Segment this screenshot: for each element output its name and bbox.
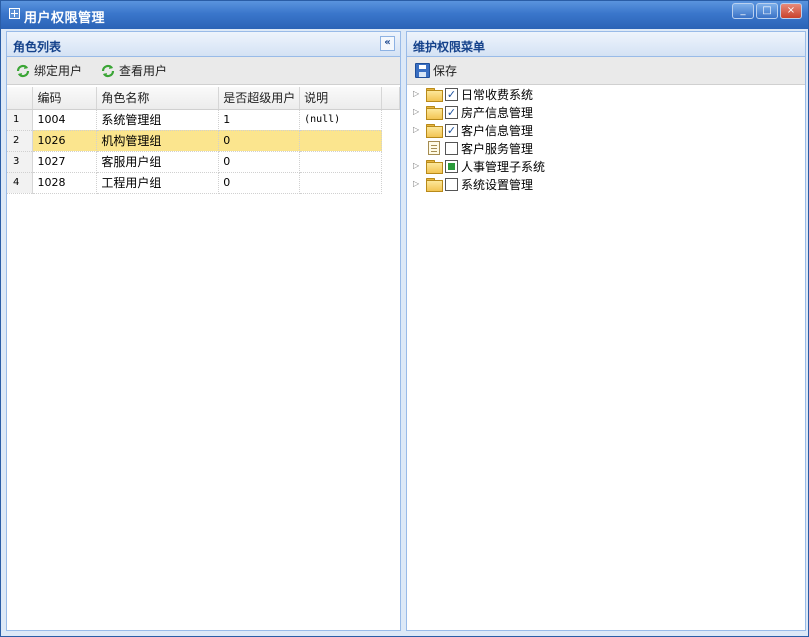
tree-node[interactable]: ▷ ✓ 日常收费系统 (413, 85, 545, 103)
table-row[interactable]: 3 1027 客服用户组 0 (7, 151, 400, 173)
maximize-button[interactable]: □ (756, 3, 778, 19)
close-button[interactable]: × (780, 3, 802, 19)
role-list-header: 角色列表 « (7, 32, 400, 57)
tree-node-label: 客户信息管理 (461, 123, 534, 138)
cell-role-name: 机构管理组 (96, 130, 220, 152)
bind-user-label: 绑定用户 (34, 64, 83, 78)
save-label: 保存 (433, 64, 458, 78)
expand-arrow-icon[interactable]: ▷ (413, 178, 425, 190)
cell-code: 1027 (32, 151, 98, 173)
tree-node[interactable]: 客户服务管理 (413, 139, 545, 157)
cell-super-user: 0 (218, 172, 301, 194)
tree-node-label: 人事管理子系统 (461, 159, 546, 174)
cell-role-name: 客服用户组 (96, 151, 220, 173)
permission-menu-panel: 维护权限菜单 保存 ▷ ✓ 日常收费系统 ▷ ✓ 房产信息管理 ▷ ✓ 客户信息… (406, 31, 806, 631)
bind-user-button[interactable]: 绑定用户 (15, 62, 82, 79)
collapse-icon[interactable]: « (380, 36, 395, 51)
cell-filler (382, 109, 400, 130)
tree-node[interactable]: ▷ 人事管理子系统 (413, 157, 545, 175)
tree-checkbox[interactable] (445, 159, 458, 173)
rownum-header (7, 87, 34, 110)
row-number: 2 (7, 130, 34, 152)
cell-code: 1026 (32, 130, 98, 152)
user-permission-window: 用户权限管理 _ □ × 角色列表 « 绑定用户 查看用户 编码 角色名称 是否… (0, 0, 809, 637)
folder-icon (426, 106, 443, 120)
cell-filler (381, 130, 400, 151)
cell-super-user: 0 (218, 151, 301, 173)
role-table: 编码 角色名称 是否超级用户 说明 1 1004 系统管理组 1 (null) (7, 87, 400, 194)
cell-role-name: 系统管理组 (96, 109, 220, 131)
save-icon (415, 63, 430, 78)
folder-icon (426, 88, 443, 102)
file-icon (428, 141, 440, 155)
expand-arrow-icon[interactable]: ▷ (413, 160, 425, 172)
tree-checkbox[interactable] (445, 177, 458, 191)
column-header-filler (381, 87, 400, 110)
cell-role-name: 工程用户组 (96, 172, 220, 194)
cell-description (299, 172, 382, 194)
tree-node-label: 客户服务管理 (461, 141, 534, 156)
window-icon (9, 8, 20, 19)
window-controls: _ □ × (732, 3, 802, 19)
tree-node[interactable]: ▷ ✓ 房产信息管理 (413, 103, 545, 121)
tree-node-label: 系统设置管理 (461, 177, 534, 192)
column-header-role-name[interactable]: 角色名称 (96, 87, 220, 110)
role-list-title: 角色列表 (13, 40, 62, 54)
cell-filler (382, 151, 400, 172)
permission-tree: ▷ ✓ 日常收费系统 ▷ ✓ 房产信息管理 ▷ ✓ 客户信息管理 客户服务管理 … (413, 85, 545, 193)
role-toolbar: 绑定用户 查看用户 (7, 57, 400, 85)
save-button[interactable]: 保存 (415, 62, 457, 79)
cell-description: (null) (299, 109, 382, 131)
table-row[interactable]: 4 1028 工程用户组 0 (7, 172, 400, 194)
view-user-button[interactable]: 查看用户 (100, 62, 167, 79)
table-row[interactable]: 1 1004 系统管理组 1 (null) (7, 109, 400, 131)
tree-checkbox[interactable]: ✓ (445, 105, 458, 119)
tree-checkbox[interactable]: ✓ (445, 87, 458, 101)
cell-super-user: 0 (218, 130, 301, 152)
column-header-super-user[interactable]: 是否超级用户 (218, 87, 301, 110)
expand-arrow-icon[interactable]: ▷ (413, 106, 425, 118)
tree-node[interactable]: ▷ 系统设置管理 (413, 175, 545, 193)
tree-node[interactable]: ▷ ✓ 客户信息管理 (413, 121, 545, 139)
cell-description (299, 130, 382, 152)
expand-arrow-icon[interactable]: ▷ (413, 124, 425, 136)
folder-icon (426, 178, 443, 192)
cell-super-user: 1 (218, 109, 301, 131)
title-bar[interactable]: 用户权限管理 _ □ × (1, 1, 808, 29)
row-number: 3 (7, 151, 34, 173)
folder-icon (426, 160, 443, 174)
expand-arrow-icon[interactable]: ▷ (413, 88, 425, 100)
view-user-label: 查看用户 (119, 64, 168, 78)
tree-node-label: 日常收费系统 (461, 87, 534, 102)
tree-checkbox[interactable] (445, 141, 458, 155)
permission-menu-header: 维护权限菜单 (407, 32, 805, 57)
refresh-icon (16, 64, 30, 77)
row-number: 4 (7, 172, 34, 194)
window-title: 用户权限管理 (24, 11, 106, 26)
table-row[interactable]: 2 1026 机构管理组 0 (7, 130, 400, 152)
minimize-button[interactable]: _ (732, 3, 754, 19)
tree-checkbox[interactable]: ✓ (445, 123, 458, 137)
cell-code: 1028 (32, 172, 98, 194)
folder-icon (426, 124, 443, 138)
cell-description (299, 151, 382, 173)
refresh-icon (101, 64, 115, 77)
column-header-description[interactable]: 说明 (299, 87, 382, 110)
cell-code: 1004 (32, 109, 98, 131)
row-number: 1 (7, 109, 34, 131)
role-list-panel: 角色列表 « 绑定用户 查看用户 编码 角色名称 是否超级用户 说明 1 100… (6, 31, 401, 631)
permission-toolbar: 保存 (407, 57, 805, 85)
tree-node-label: 房产信息管理 (461, 105, 534, 120)
cell-filler (382, 172, 400, 193)
table-header-row: 编码 角色名称 是否超级用户 说明 (7, 87, 400, 110)
column-header-code[interactable]: 编码 (32, 87, 98, 110)
permission-menu-title: 维护权限菜单 (413, 40, 486, 54)
